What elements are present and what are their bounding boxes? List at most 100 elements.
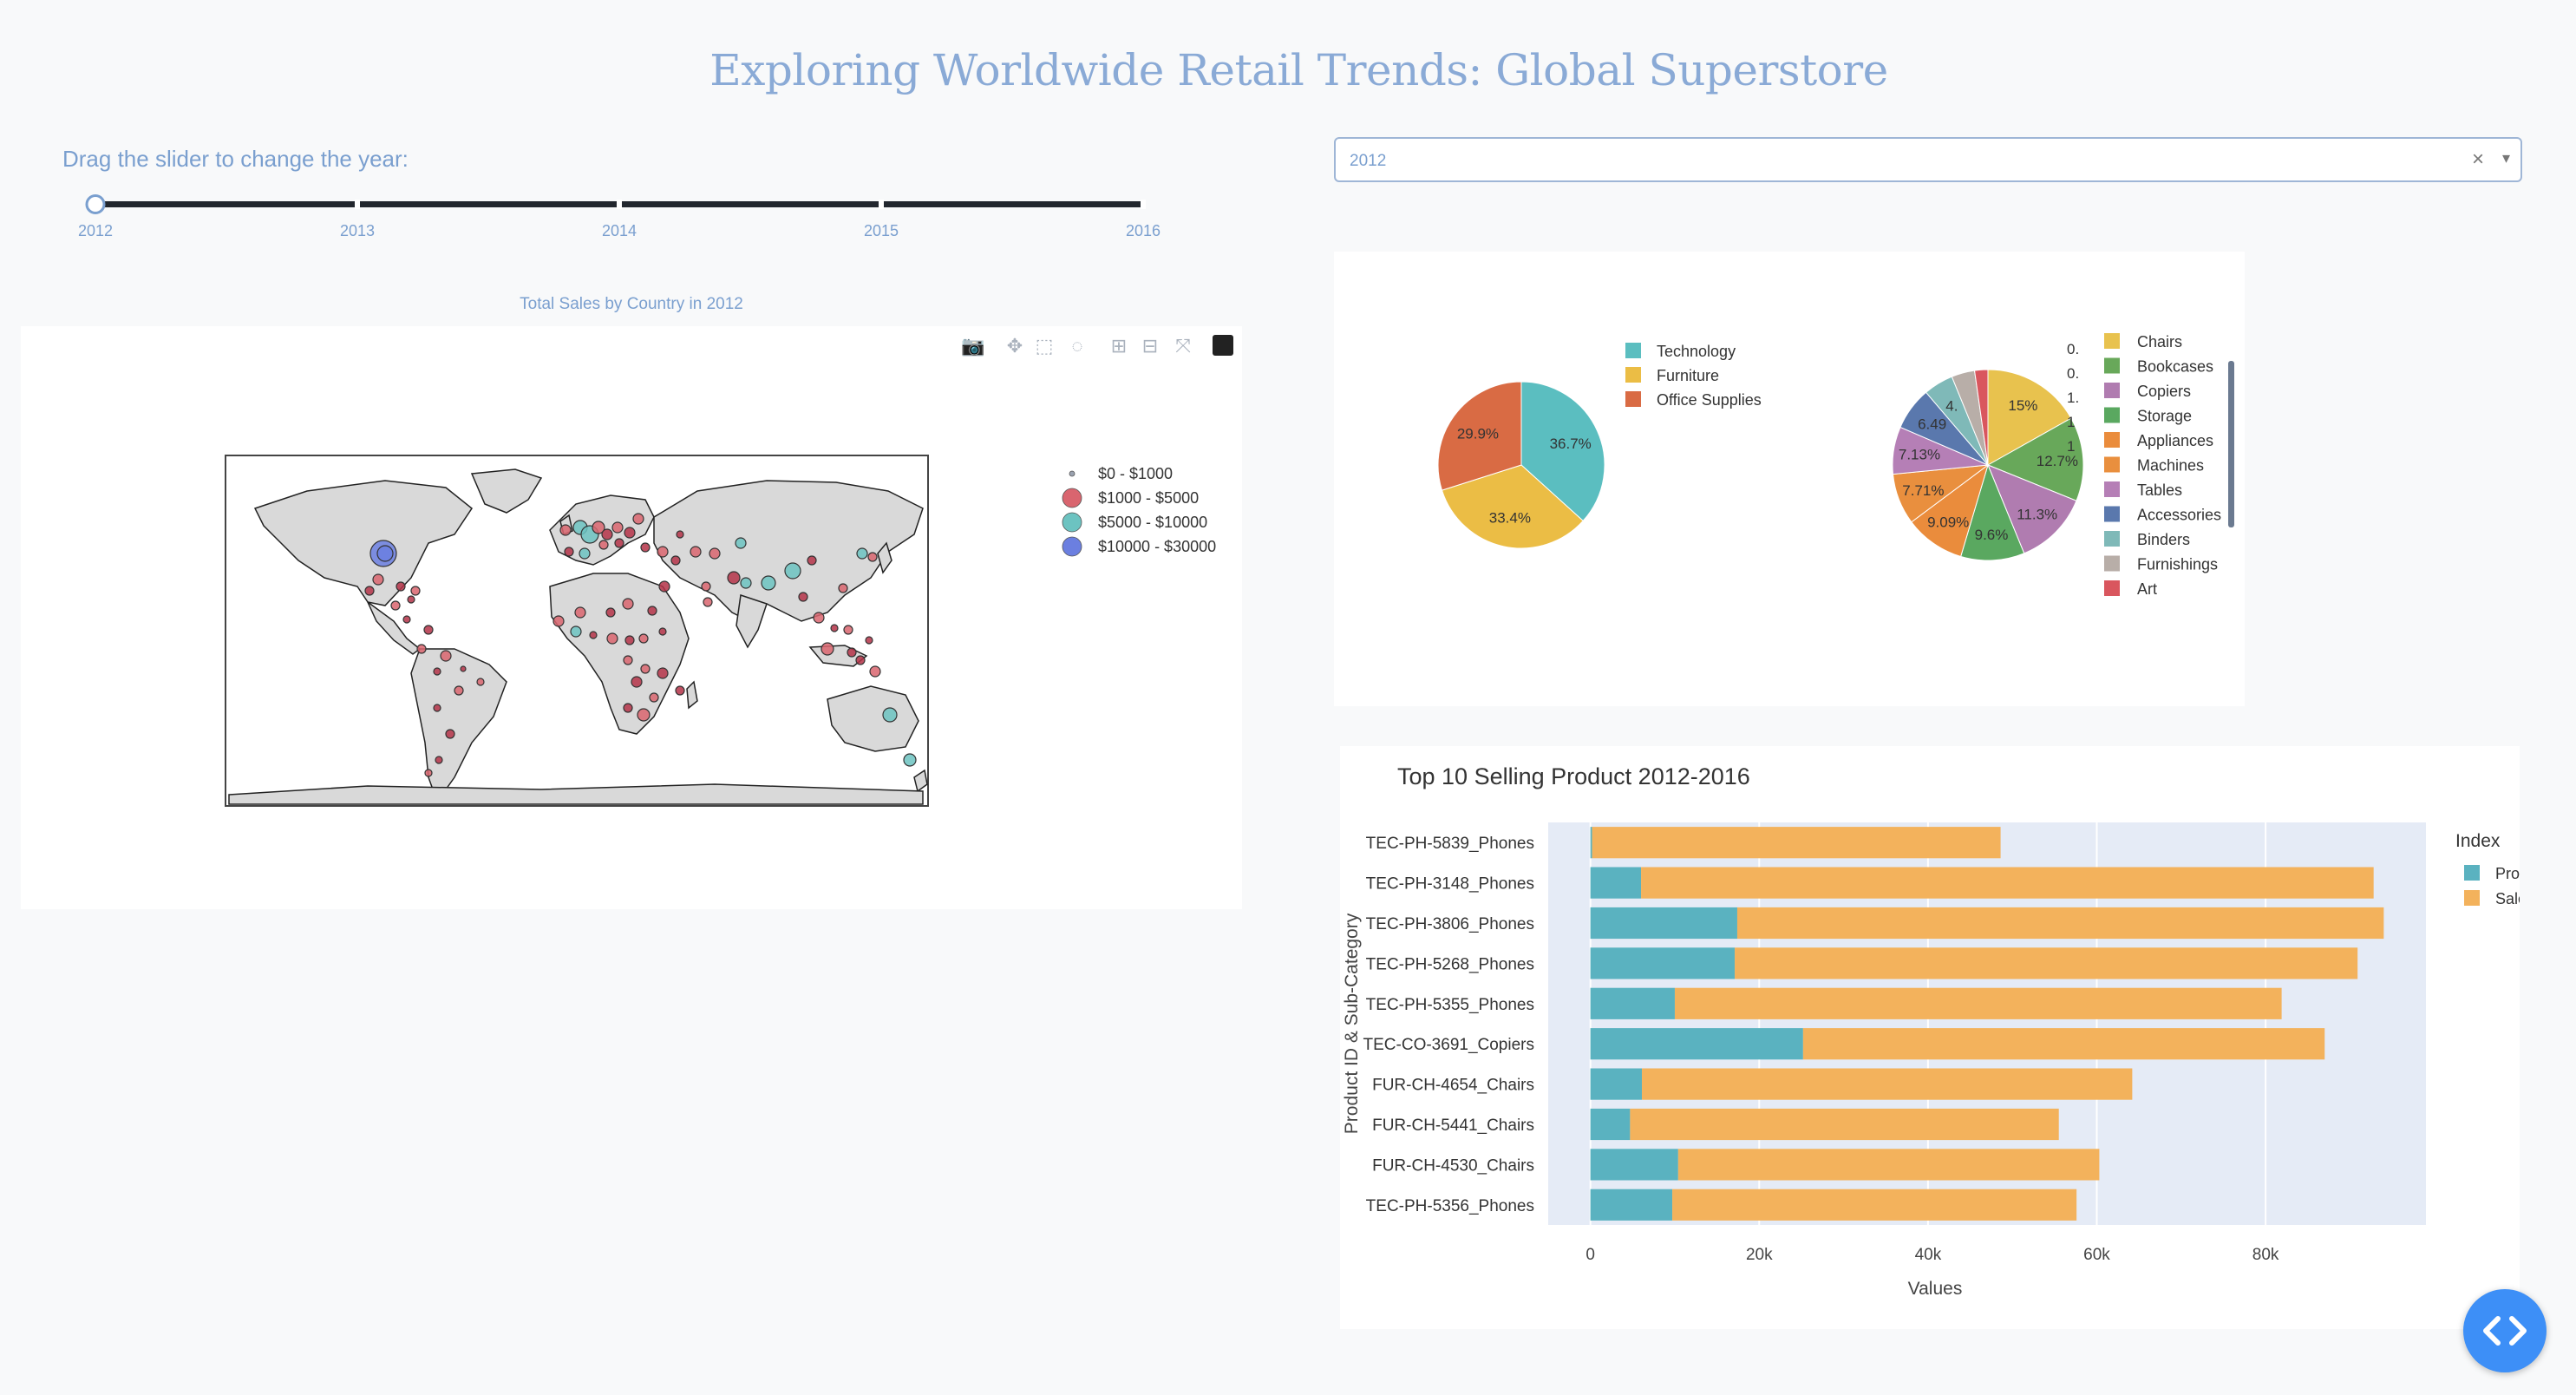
map-marker[interactable]: [632, 513, 644, 525]
bar-profit[interactable]: [1590, 867, 1642, 899]
chevron-down-icon[interactable]: ▾: [2502, 149, 2510, 167]
map-marker[interactable]: [640, 664, 651, 674]
map-marker[interactable]: [740, 577, 752, 589]
close-icon[interactable]: ×: [2472, 147, 2484, 172]
map-marker[interactable]: [649, 692, 659, 703]
map-marker[interactable]: [658, 627, 667, 636]
bar-sales[interactable]: [1642, 1068, 2133, 1100]
bar-sales[interactable]: [1672, 1189, 2077, 1221]
slider-handle[interactable]: [85, 194, 106, 214]
map-marker[interactable]: [703, 597, 713, 607]
map-marker[interactable]: [402, 615, 411, 624]
map-marker[interactable]: [869, 665, 881, 678]
map-marker[interactable]: [407, 595, 415, 604]
map-marker[interactable]: [364, 586, 375, 596]
map-marker[interactable]: [624, 635, 635, 645]
map-marker[interactable]: [423, 625, 434, 635]
pie-charts-svg[interactable]: 36.7% 33.4% 29.9% Technology Furniture Office…: [1334, 252, 2245, 706]
map-marker[interactable]: [454, 685, 464, 696]
map-marker[interactable]: [624, 527, 636, 539]
bar-profit[interactable]: [1590, 1108, 1631, 1141]
bar-profit[interactable]: [1590, 1189, 1673, 1221]
map-marker[interactable]: [589, 631, 598, 639]
bar-profit[interactable]: [1590, 1068, 1643, 1100]
bar-chart-svg[interactable]: 0 20k 40k 60k 80k TEC-PH-5839_Phones TEC-PH-31…: [1340, 746, 2534, 1329]
map-marker[interactable]: [640, 542, 651, 553]
map-marker[interactable]: [675, 685, 685, 696]
map-marker[interactable]: [867, 552, 878, 562]
map-marker[interactable]: [396, 581, 406, 592]
map-marker[interactable]: [611, 521, 624, 534]
map-marker[interactable]: [433, 667, 441, 676]
bar-sales[interactable]: [1630, 1108, 2059, 1141]
bar-sales[interactable]: [1674, 987, 2282, 1019]
map-marker[interactable]: [676, 530, 684, 539]
map-marker[interactable]: [690, 546, 702, 558]
map-marker[interactable]: [798, 592, 808, 602]
map-marker[interactable]: [460, 665, 467, 672]
bar-profit[interactable]: [1590, 907, 1737, 940]
code-toggle-button[interactable]: [2463, 1289, 2547, 1372]
map-marker[interactable]: [813, 612, 825, 624]
map-marker[interactable]: [424, 769, 433, 777]
bar-sales[interactable]: [1592, 827, 2001, 859]
map-marker[interactable]: [605, 607, 616, 618]
bar-profit[interactable]: [1590, 1028, 1803, 1060]
map-marker[interactable]: [865, 636, 873, 645]
map-marker[interactable]: [843, 625, 853, 635]
map-marker[interactable]: [856, 547, 868, 560]
map-marker[interactable]: [838, 583, 848, 593]
map-marker[interactable]: [559, 524, 572, 536]
map-marker[interactable]: [376, 545, 394, 562]
map-marker[interactable]: [579, 547, 591, 560]
plotly-logo-icon[interactable]: [1213, 335, 1233, 356]
map-marker[interactable]: [598, 540, 609, 550]
map-marker[interactable]: [440, 650, 452, 662]
bar-sales[interactable]: [1641, 867, 2374, 899]
bar-sales[interactable]: [1736, 907, 2384, 940]
map-marker[interactable]: [638, 633, 649, 644]
bar-profit[interactable]: [1590, 987, 1675, 1019]
map-marker[interactable]: [416, 644, 427, 654]
map-marker[interactable]: [882, 707, 898, 723]
bar-sales[interactable]: [1735, 947, 2358, 979]
map-marker[interactable]: [601, 528, 613, 540]
map-marker[interactable]: [847, 647, 857, 658]
map-marker[interactable]: [709, 547, 721, 560]
map-marker[interactable]: [670, 555, 681, 566]
map-marker[interactable]: [574, 606, 586, 619]
year-dropdown[interactable]: 2012 × ▾: [1334, 137, 2522, 182]
map-marker[interactable]: [637, 708, 651, 722]
map-marker[interactable]: [476, 678, 485, 686]
bar-profit[interactable]: [1590, 1149, 1678, 1181]
map-marker[interactable]: [433, 704, 441, 712]
map-marker[interactable]: [622, 598, 634, 610]
map-marker[interactable]: [631, 676, 643, 688]
map-marker[interactable]: [657, 667, 669, 679]
map-marker[interactable]: [445, 729, 455, 739]
map-marker[interactable]: [807, 555, 817, 566]
map-marker[interactable]: [701, 581, 711, 592]
year-slider[interactable]: 2012 2013 2014 2015 2016: [76, 184, 1161, 245]
map-marker[interactable]: [372, 573, 384, 586]
bar-sales[interactable]: [1677, 1149, 2100, 1181]
map-marker[interactable]: [435, 756, 443, 764]
map-marker[interactable]: [761, 575, 776, 591]
map-marker[interactable]: [735, 537, 747, 549]
map-marker[interactable]: [830, 624, 839, 632]
map-marker[interactable]: [614, 538, 624, 548]
map-marker[interactable]: [784, 562, 801, 580]
map-marker[interactable]: [606, 632, 618, 645]
bar-profit[interactable]: [1590, 947, 1736, 979]
map-marker[interactable]: [570, 625, 582, 638]
map-svg[interactable]: 📷 ✥ ⬚ ◌ ⊞ ⊟ ⤧ $0 - $1000$1000 - $5000$50…: [21, 326, 1242, 909]
map-marker[interactable]: [647, 606, 657, 616]
map-marker[interactable]: [658, 580, 670, 593]
map-marker[interactable]: [552, 615, 565, 627]
bar-sales[interactable]: [1802, 1028, 2325, 1060]
bar-profit[interactable]: [1590, 827, 1592, 859]
map-marker[interactable]: [390, 600, 401, 611]
map-marker[interactable]: [657, 546, 669, 558]
map-marker[interactable]: [623, 655, 633, 665]
map-marker[interactable]: [727, 571, 741, 585]
